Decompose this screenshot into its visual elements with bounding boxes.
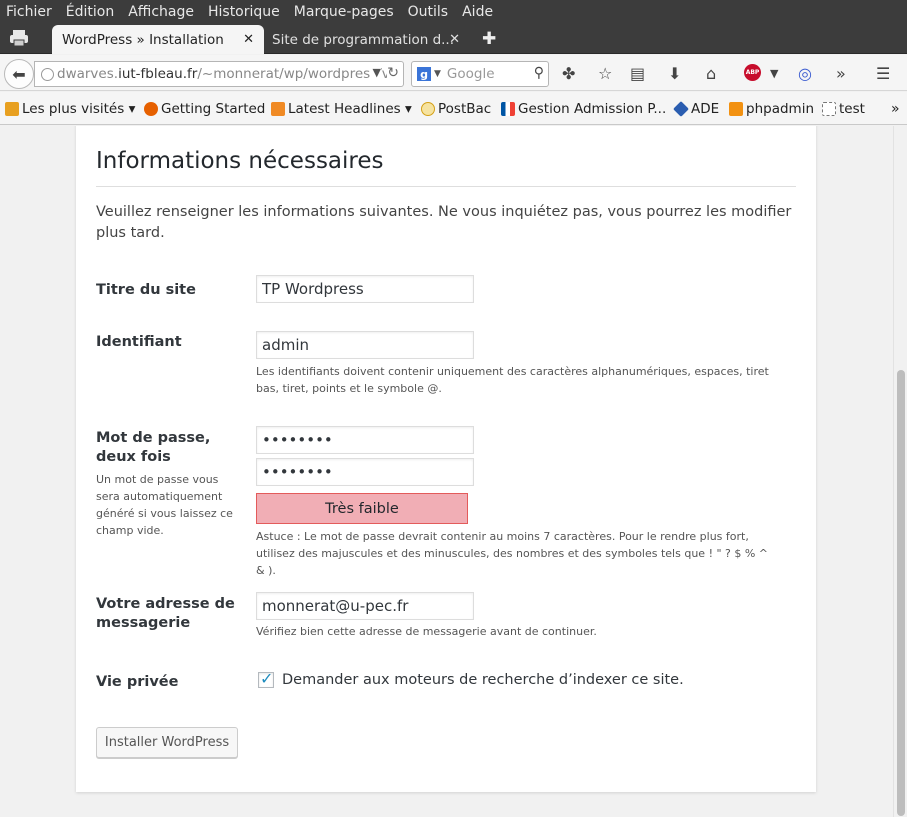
- tab-site-de-programmation[interactable]: Site de programmation d... ✕: [262, 25, 470, 54]
- password-input[interactable]: [256, 426, 474, 454]
- search-placeholder: Google: [446, 66, 495, 82]
- bookmark-label: Getting Started: [161, 101, 266, 117]
- menu-affichage[interactable]: Affichage: [128, 4, 194, 20]
- bookmark-label: phpadmin: [746, 101, 814, 117]
- close-icon[interactable]: ✕: [449, 32, 460, 47]
- bookmark-label: test: [839, 101, 865, 117]
- password-confirm-input[interactable]: [256, 458, 474, 486]
- email-input[interactable]: [256, 592, 474, 620]
- password-strength-indicator: Très faible: [256, 493, 468, 524]
- url-host: iut-fbleau.fr: [118, 66, 198, 82]
- site-title-input[interactable]: [256, 275, 474, 303]
- privacy-label: Vie privée: [96, 674, 179, 690]
- adblock-dropdown-icon[interactable]: ▼: [770, 67, 778, 80]
- bookmark-test[interactable]: test: [822, 101, 865, 117]
- bookmark-label: Latest Headlines ▾: [288, 101, 412, 117]
- bookmark-label: Les plus visités ▾: [22, 101, 136, 117]
- bookmark-phpadmin[interactable]: phpadmin: [729, 101, 814, 117]
- bookmark-postbac[interactable]: PostBac: [421, 101, 491, 117]
- privacy-option: ✓ Demander aux moteurs de recherche d’in…: [258, 669, 684, 688]
- vertical-scrollbar[interactable]: [893, 126, 907, 817]
- password-label: Mot de passe, deux fois: [96, 430, 211, 465]
- pma-icon: [729, 102, 743, 116]
- tab-title: WordPress » Installation: [62, 31, 224, 48]
- close-icon[interactable]: ✕: [243, 32, 254, 47]
- back-arrow-icon: ⬅: [12, 64, 26, 84]
- username-label: Identifiant: [96, 334, 182, 350]
- site-title-label: Titre du site: [96, 282, 196, 298]
- postbac-icon: [421, 102, 435, 116]
- menu-marque-pages[interactable]: Marque-pages: [294, 4, 394, 20]
- adblock-plus-icon[interactable]: ABP: [744, 64, 761, 81]
- menu-edition[interactable]: Édition: [66, 4, 114, 20]
- reading-list-icon[interactable]: ▤: [630, 64, 645, 83]
- privacy-checkbox[interactable]: ✓: [258, 669, 274, 688]
- tab-bar: WordPress » Installation ✕ Site de progr…: [0, 24, 907, 54]
- bookmarks-overflow-icon[interactable]: »: [891, 101, 900, 117]
- url-path: /~monnerat/wp/wordpress/v: [197, 66, 390, 82]
- email-help: Vérifiez bien cette adresse de messageri…: [256, 625, 597, 638]
- url-bar[interactable]: dwarves. iut-fbleau.fr/~monnerat/wp/wordp…: [34, 61, 404, 87]
- home-icon[interactable]: ⌂: [706, 64, 716, 83]
- navigation-bar: ⬅ dwarves. iut-fbleau.fr/~monnerat/wp/wor…: [0, 55, 907, 91]
- search-icon[interactable]: ⚲: [534, 65, 544, 81]
- bookmark-les-plus-visites[interactable]: Les plus visités ▾: [5, 101, 135, 117]
- ade-icon: [673, 101, 689, 117]
- password-side-help: Un mot de passe vous sera automatiquemen…: [96, 473, 233, 537]
- reload-icon[interactable]: ↻: [387, 65, 399, 81]
- back-button[interactable]: ⬅: [4, 59, 34, 89]
- tab-wordpress-installation[interactable]: WordPress » Installation ✕: [52, 25, 264, 54]
- globe-icon: [41, 68, 54, 81]
- bookmark-star-icon[interactable]: ☆: [598, 64, 612, 83]
- url-dropdown-icon[interactable]: ▼: [369, 66, 381, 79]
- rss-icon: [271, 102, 285, 116]
- france-flag-icon: [501, 102, 515, 116]
- page-title: Informations nécessaires: [96, 148, 796, 188]
- engine-dropdown-icon[interactable]: ▼: [434, 69, 441, 79]
- menu-fichier[interactable]: Fichier: [6, 4, 52, 20]
- download-icon[interactable]: ⬇: [668, 64, 681, 83]
- sync-swirl-icon[interactable]: ◎: [798, 64, 812, 83]
- url-prefix: dwarves.: [57, 66, 119, 82]
- email-label: Votre adresse de messagerie: [96, 596, 235, 631]
- most-visited-icon: [5, 102, 19, 116]
- menu-bar: Fichier Édition Affichage Historique Mar…: [0, 0, 907, 24]
- firefox-icon: [144, 102, 158, 116]
- blank-page-icon: [822, 102, 836, 116]
- bookmark-label: Gestion Admission P...: [518, 101, 667, 117]
- google-engine-icon[interactable]: g: [417, 67, 431, 81]
- username-help: Les identifiants doivent contenir unique…: [256, 365, 769, 395]
- bookmark-label: ADE: [691, 101, 720, 117]
- username-input[interactable]: [256, 331, 474, 359]
- menu-historique[interactable]: Historique: [208, 4, 280, 20]
- menu-outils[interactable]: Outils: [408, 4, 448, 20]
- bookmark-label: PostBac: [438, 101, 492, 117]
- bookmark-gestion-admission[interactable]: Gestion Admission P...: [501, 101, 666, 117]
- install-form-panel: Informations nécessaires Veuillez rensei…: [76, 126, 816, 792]
- extension-icon[interactable]: ✤: [562, 64, 575, 83]
- new-tab-plus-icon[interactable]: ✚: [482, 29, 496, 49]
- privacy-checkbox-label[interactable]: Demander aux moteurs de recherche d’inde…: [282, 672, 684, 688]
- tab-title: Site de programmation d...: [272, 31, 455, 48]
- install-wordpress-button[interactable]: Installer WordPress: [96, 727, 238, 758]
- bookmarks-bar: Les plus visités ▾ Getting Started Lates…: [0, 92, 907, 125]
- intro-text: Veuillez renseigner les informations sui…: [96, 204, 792, 241]
- checkmark-icon: ✓: [260, 669, 274, 688]
- bookmark-getting-started[interactable]: Getting Started: [144, 101, 265, 117]
- password-hint: Astuce : Le mot de passe devrait conteni…: [256, 530, 769, 577]
- search-bar[interactable]: g ▼ Google ⚲: [411, 61, 549, 87]
- bookmark-ade[interactable]: ADE: [673, 101, 720, 117]
- printer-icon[interactable]: [8, 29, 30, 47]
- menu-aide[interactable]: Aide: [462, 4, 493, 20]
- page-viewport: Informations nécessaires Veuillez rensei…: [0, 126, 893, 817]
- scrollbar-thumb[interactable]: [897, 370, 905, 816]
- overflow-chevron-icon[interactable]: »: [836, 64, 846, 83]
- bookmark-latest-headlines[interactable]: Latest Headlines ▾: [271, 101, 412, 117]
- hamburger-menu-icon[interactable]: ☰: [876, 64, 890, 83]
